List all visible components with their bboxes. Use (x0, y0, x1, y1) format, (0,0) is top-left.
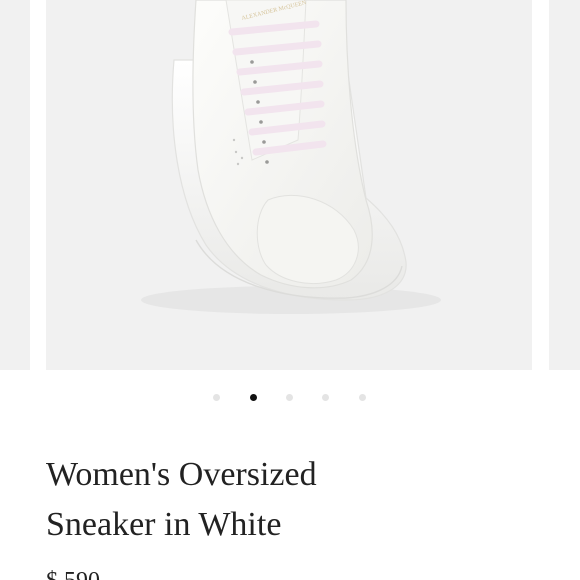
carousel-dot-1[interactable] (213, 394, 220, 401)
sneaker-image: ALEXANDER McQUEEN (141, 0, 441, 314)
product-page: ALEXANDER McQUEEN Women's Oversized Snea… (0, 0, 580, 580)
product-price: $ 590 (46, 568, 100, 580)
carousel-pagination (0, 391, 580, 403)
carousel-slide-current[interactable]: ALEXANDER McQUEEN (46, 0, 532, 370)
carousel-slide-next[interactable] (549, 0, 580, 370)
carousel-dot-5[interactable] (359, 394, 366, 401)
product-title-line-2: Sneaker in White (46, 506, 282, 543)
carousel-dot-4[interactable] (322, 394, 329, 401)
carousel-dot-2-active[interactable] (250, 394, 257, 401)
product-title: Women's Oversized Sneaker in White (46, 450, 466, 550)
carousel-slide-previous[interactable] (0, 0, 30, 370)
carousel-dot-3[interactable] (286, 394, 293, 401)
product-title-line-1: Women's Oversized (46, 456, 317, 493)
product-image-carousel[interactable]: ALEXANDER McQUEEN (0, 0, 580, 372)
